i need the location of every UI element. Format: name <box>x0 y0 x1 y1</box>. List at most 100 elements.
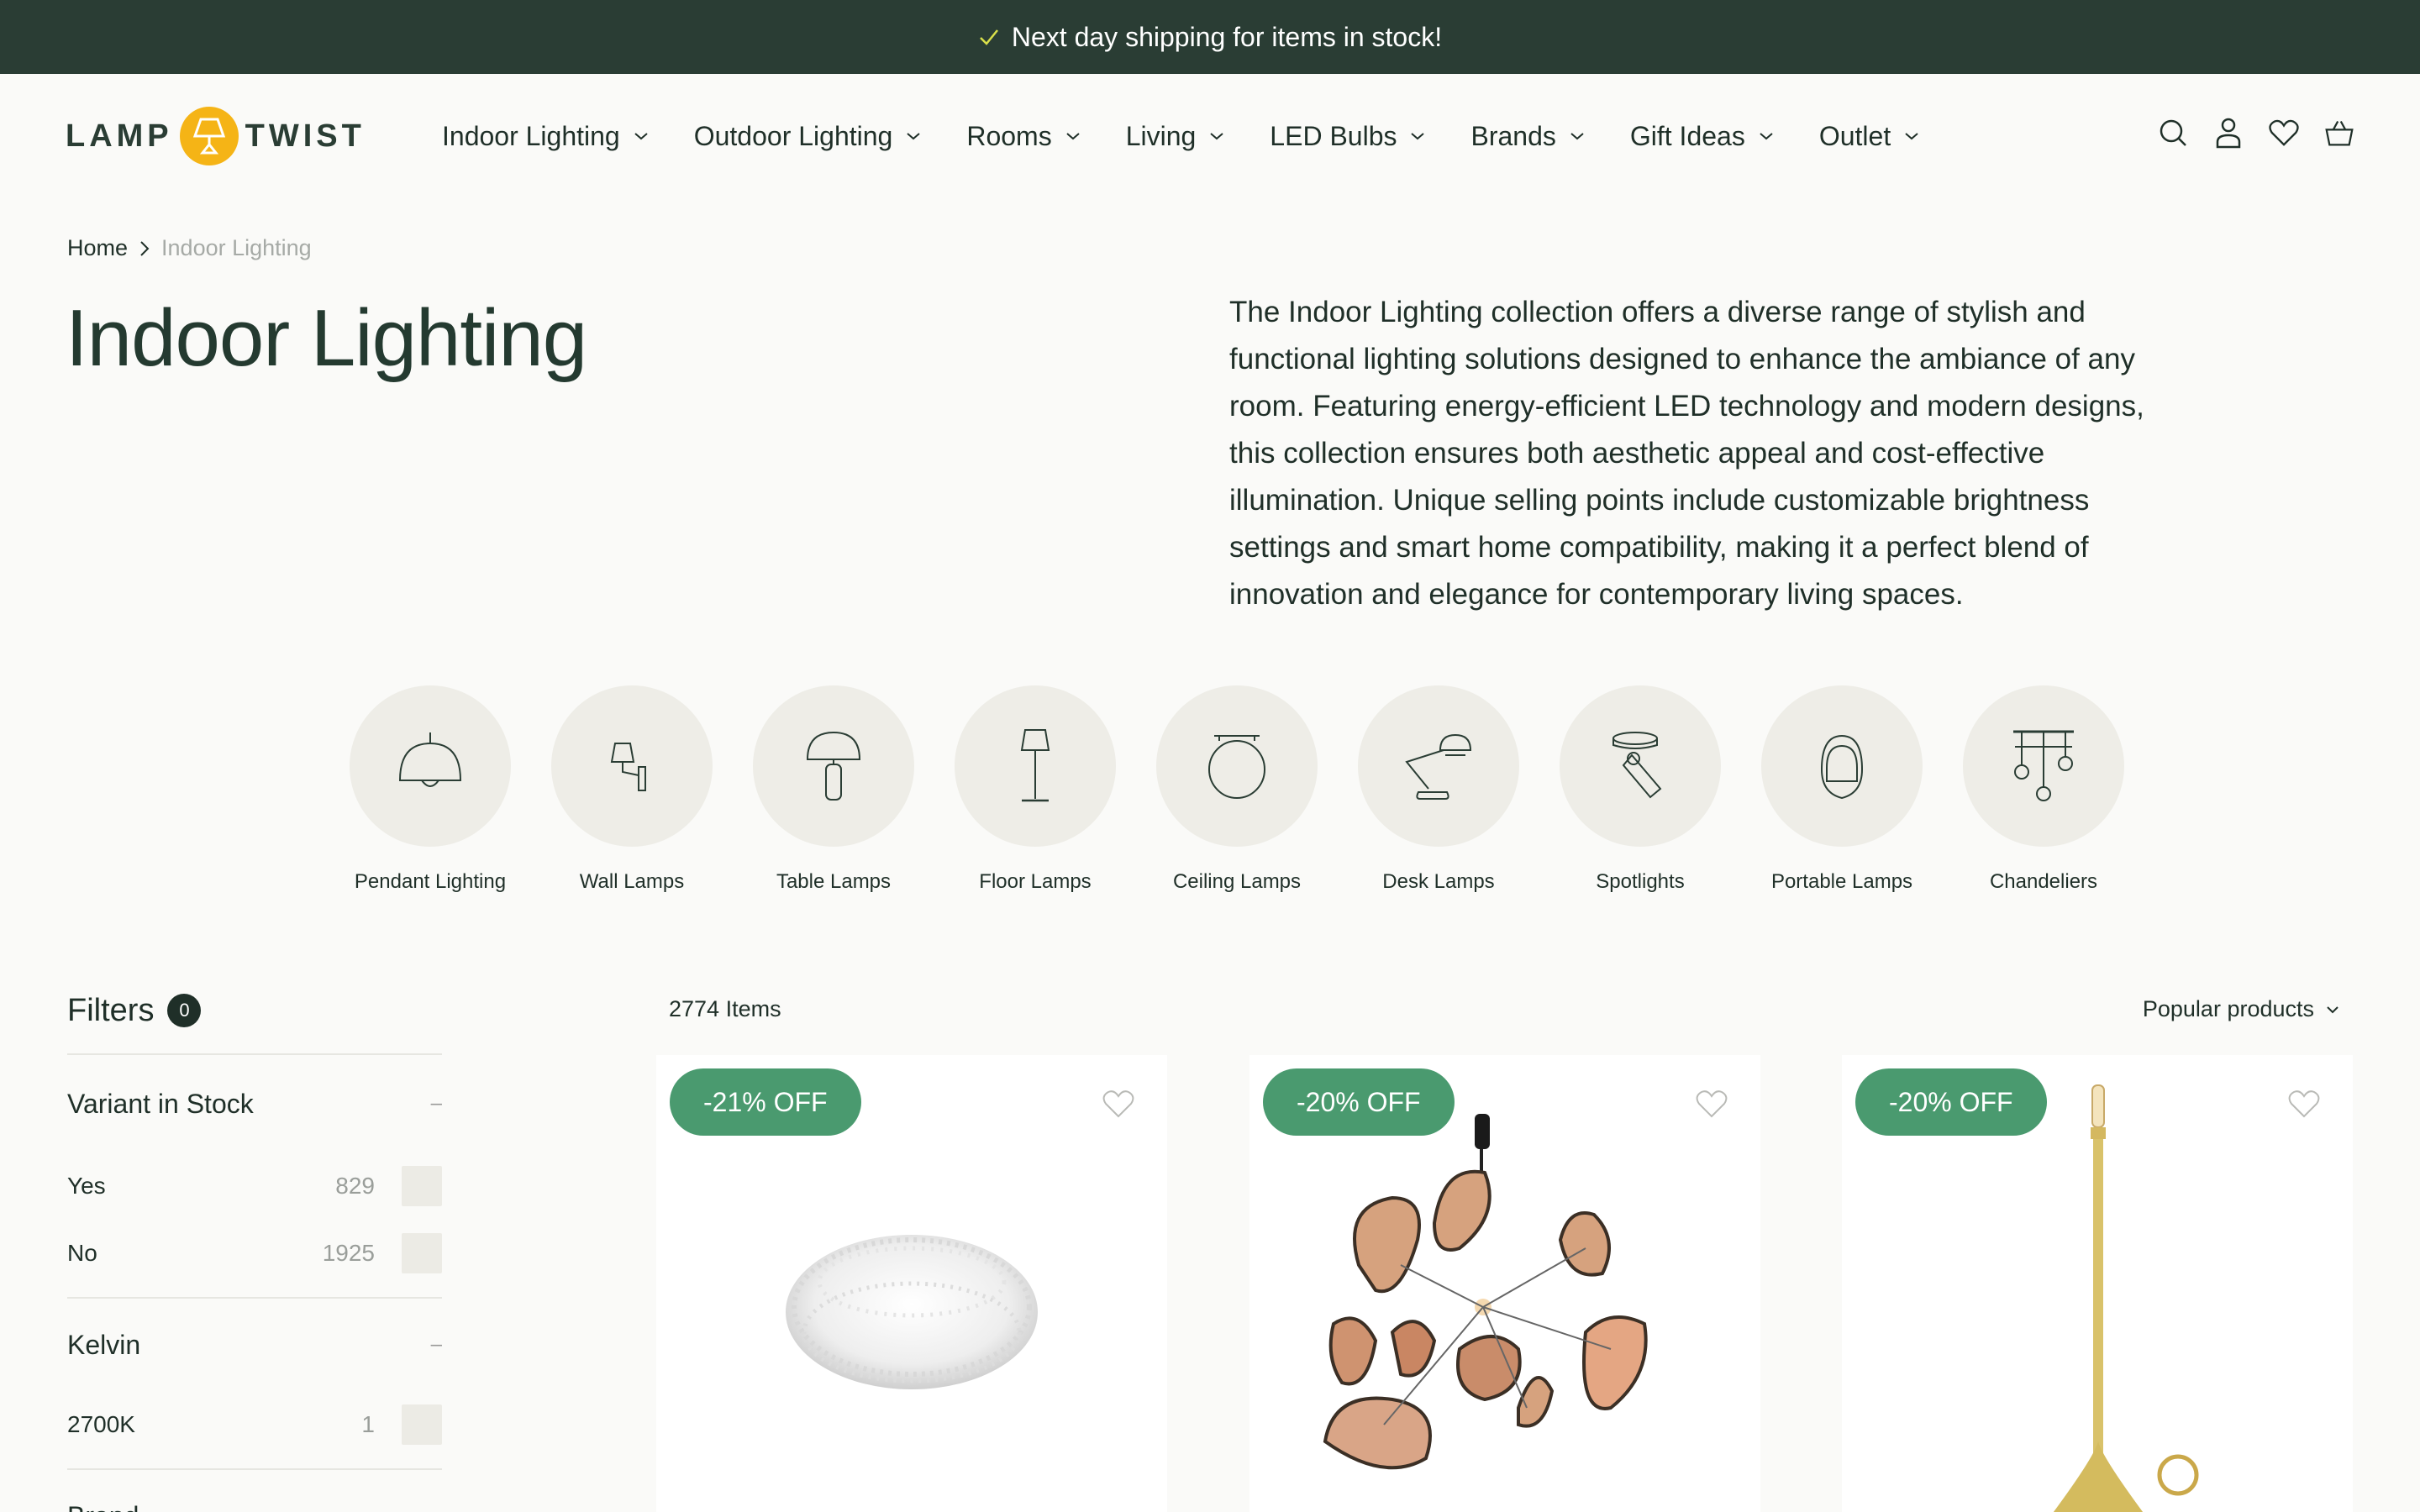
filters-sidebar: Filters 0 Variant in Stock – Yes 829 No … <box>67 983 442 1512</box>
checkmark-icon <box>978 26 1000 48</box>
nav-label: Outlet <box>1818 120 1891 151</box>
wishlist-icon[interactable] <box>2269 116 2299 150</box>
items-count: 2774 Items <box>669 996 781 1021</box>
chevron-down-icon <box>907 133 920 140</box>
filter-option-no[interactable]: No 1925 <box>67 1220 442 1287</box>
chevron-down-icon <box>1905 133 1918 140</box>
nav-outdoor-lighting[interactable]: Outdoor Lighting <box>694 116 922 156</box>
breadcrumb-home[interactable]: Home <box>67 235 128 261</box>
nav-label: Brands <box>1470 120 1556 151</box>
filters-title: Filters <box>67 992 155 1028</box>
category-pendant-lighting[interactable]: Pendant Lighting <box>329 685 531 894</box>
filter-group-title: Variant in Stock <box>67 1088 254 1119</box>
filter-group-brand[interactable]: Brand – <box>67 1470 442 1512</box>
table-lamp-icon <box>753 685 914 847</box>
nav-brands[interactable]: Brands <box>1470 116 1584 156</box>
announcement-bar: Next day shipping for items in stock! <box>0 0 2420 74</box>
wishlist-heart-icon[interactable] <box>1695 1089 1728 1121</box>
category-label: Portable Lamps <box>1770 870 1913 893</box>
filters-count-badge: 0 <box>167 994 202 1027</box>
page-title: Indoor Lighting <box>66 293 587 383</box>
spotlight-icon <box>1560 685 1721 847</box>
nav-label: Indoor Lighting <box>442 120 620 151</box>
sort-label: Popular products <box>2142 996 2314 1021</box>
filter-group-variant-in-stock[interactable]: Variant in Stock – <box>67 1055 442 1152</box>
nav-label: Gift Ideas <box>1629 120 1745 151</box>
search-icon[interactable] <box>2158 116 2188 150</box>
filter-checkbox[interactable] <box>402 1166 442 1206</box>
collapse-icon[interactable]: – <box>431 1092 442 1116</box>
logo[interactable]: LAMP TWIST <box>66 102 366 170</box>
nav-outlet[interactable]: Outlet <box>1819 116 1919 156</box>
category-label: Spotlights <box>1596 870 1685 893</box>
category-label: Floor Lamps <box>979 870 1092 893</box>
category-spotlights[interactable]: Spotlights <box>1539 685 1741 894</box>
category-label: Table Lamps <box>776 870 892 893</box>
product-card[interactable]: -20% OFF <box>1249 1055 1760 1512</box>
discount-badge: -20% OFF <box>1263 1068 1455 1136</box>
category-chandeliers[interactable]: Chandeliers <box>1943 685 2144 894</box>
pendant-lamp-icon <box>350 685 511 847</box>
chevron-down-icon <box>2327 1005 2338 1013</box>
collapse-icon[interactable]: – <box>431 1504 442 1512</box>
main-nav: Indoor Lighting Outdoor Lighting Rooms L… <box>442 116 1965 156</box>
nav-rooms[interactable]: Rooms <box>966 116 1080 156</box>
nav-label: Outdoor Lighting <box>693 120 893 151</box>
site-header: LAMP TWIST Indoor Lighting Outdoor Light… <box>0 74 2420 198</box>
filter-option-count: 1925 <box>322 1240 375 1266</box>
chevron-down-icon <box>634 133 648 140</box>
filter-option-count: 829 <box>335 1173 375 1199</box>
category-ceiling-lamps[interactable]: Ceiling Lamps <box>1136 685 1338 894</box>
lamp-logo-icon <box>179 107 239 165</box>
sort-dropdown[interactable]: Popular products <box>2143 996 2339 1022</box>
nav-living[interactable]: Living <box>1126 116 1225 156</box>
portable-lamp-icon <box>1761 685 1923 847</box>
category-portable-lamps[interactable]: Portable Lamps <box>1741 685 1943 894</box>
category-label: Ceiling Lamps <box>1172 870 1302 893</box>
collapse-icon[interactable]: – <box>431 1333 442 1357</box>
desk-lamp-icon <box>1358 685 1519 847</box>
category-desk-lamps[interactable]: Desk Lamps <box>1338 685 1539 894</box>
filter-option-label: No <box>67 1240 97 1266</box>
discount-badge: -21% OFF <box>670 1068 861 1136</box>
product-card[interactable]: -21% OFF <box>656 1055 1167 1512</box>
filter-option-2700k[interactable]: 2700K 1 <box>67 1391 442 1458</box>
filter-option-label: Yes <box>67 1173 106 1199</box>
filter-option-yes[interactable]: Yes 829 <box>67 1152 442 1220</box>
wishlist-heart-icon[interactable] <box>1102 1089 1135 1121</box>
nav-label: Living <box>1125 120 1197 151</box>
nav-led-bulbs[interactable]: LED Bulbs <box>1270 116 1425 156</box>
floor-lamp-icon <box>955 685 1116 847</box>
category-label: Chandeliers <box>1989 870 2098 893</box>
breadcrumb-current: Indoor Lighting <box>161 235 312 260</box>
category-table-lamps[interactable]: Table Lamps <box>733 685 934 894</box>
nav-indoor-lighting[interactable]: Indoor Lighting <box>442 116 649 156</box>
ceiling-lamp-icon <box>1156 685 1318 847</box>
logo-text-right: TWIST <box>245 118 366 154</box>
cart-icon[interactable] <box>2324 116 2354 150</box>
filter-group-kelvin[interactable]: Kelvin – <box>67 1299 442 1391</box>
nav-gift-ideas[interactable]: Gift Ideas <box>1630 116 1774 156</box>
chevron-down-icon <box>1066 133 1080 140</box>
chevron-down-icon <box>1570 133 1584 140</box>
account-icon[interactable] <box>2213 116 2244 150</box>
announcement-text: Next day shipping for items in stock! <box>1011 21 1443 52</box>
nav-label: Rooms <box>966 120 1052 151</box>
chevron-down-icon <box>1210 133 1223 140</box>
filter-checkbox[interactable] <box>402 1233 442 1273</box>
chandelier-icon <box>1963 685 2124 847</box>
category-label: Wall Lamps <box>579 870 685 893</box>
filter-checkbox[interactable] <box>402 1404 442 1445</box>
wishlist-heart-icon[interactable] <box>2287 1089 2321 1121</box>
chevron-down-icon <box>1411 133 1425 140</box>
category-wall-lamps[interactable]: Wall Lamps <box>531 685 733 894</box>
category-label: Desk Lamps <box>1382 870 1495 893</box>
wall-lamp-icon <box>551 685 713 847</box>
product-card[interactable]: -20% OFF <box>1842 1055 2353 1512</box>
filters-header: Filters 0 <box>67 983 442 1038</box>
collection-description: The Indoor Lighting collection offers a … <box>1229 296 2144 611</box>
header-actions <box>2158 116 2354 150</box>
category-floor-lamps[interactable]: Floor Lamps <box>934 685 1136 894</box>
logo-text-left: LAMP <box>66 118 173 154</box>
filter-group-title: Brand <box>67 1501 139 1512</box>
